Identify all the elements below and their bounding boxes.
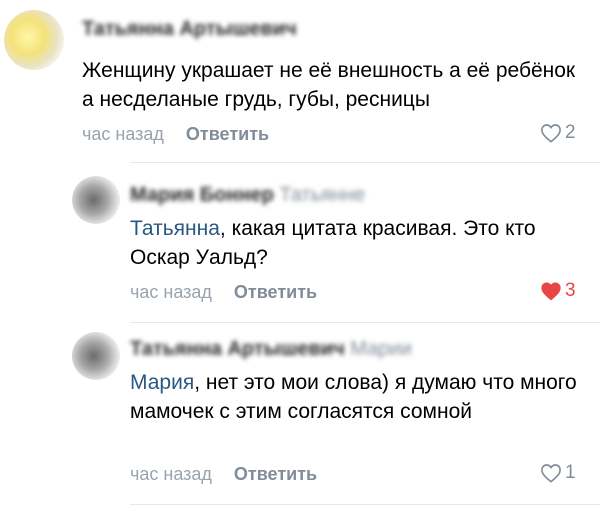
heart-outline-icon xyxy=(541,464,561,483)
divider xyxy=(130,322,600,323)
like-count: 1 xyxy=(565,462,576,483)
comment-text: Татьянна, какая цитата красивая. Это кто… xyxy=(130,214,570,272)
comment-time: час назад xyxy=(82,124,164,144)
like-count: 2 xyxy=(565,122,576,143)
divider xyxy=(130,162,600,163)
comment-author[interactable]: Мария Боннер Татьянне xyxy=(130,184,365,207)
avatar[interactable] xyxy=(72,176,120,224)
mention-link[interactable]: Мария xyxy=(130,371,194,394)
heart-filled-icon xyxy=(541,282,561,301)
comment-meta: час назад Ответить xyxy=(130,464,317,485)
comment-author[interactable]: Татьянна Артышевич Марии xyxy=(130,338,412,361)
divider xyxy=(130,504,600,505)
comment-time: час назад xyxy=(130,282,212,302)
reply-button[interactable]: Ответить xyxy=(186,124,269,144)
comment-time: час назад xyxy=(130,464,212,484)
author-name[interactable]: Татьянна Артышевич xyxy=(130,338,345,360)
comment-author[interactable]: Татьянна Артышевич xyxy=(82,18,297,41)
comment-text: Мария, нет это мои слова) я думаю что мн… xyxy=(130,368,580,426)
mention-link[interactable]: Татьянна xyxy=(130,217,220,240)
heart-outline-icon xyxy=(541,124,561,143)
reply-to: Татьянне xyxy=(279,184,366,206)
comment-meta: час назад Ответить xyxy=(130,282,317,303)
avatar[interactable] xyxy=(72,332,120,380)
like-button[interactable]: 1 xyxy=(540,462,576,484)
comment-meta: час назад Ответить xyxy=(82,124,269,145)
author-name[interactable]: Мария Боннер xyxy=(130,184,274,206)
comment-body: , нет это мои слова) я думаю что много м… xyxy=(130,371,577,423)
comment-text: Женщину украшает не её внешность а её ре… xyxy=(82,59,576,111)
reply-button[interactable]: Ответить xyxy=(234,282,317,302)
like-button[interactable]: 2 xyxy=(540,122,576,144)
like-button[interactable]: 3 xyxy=(540,280,576,302)
reply-to: Марии xyxy=(350,338,412,360)
avatar[interactable] xyxy=(4,10,64,70)
like-count: 3 xyxy=(565,280,576,301)
reply-button[interactable]: Ответить xyxy=(234,464,317,484)
